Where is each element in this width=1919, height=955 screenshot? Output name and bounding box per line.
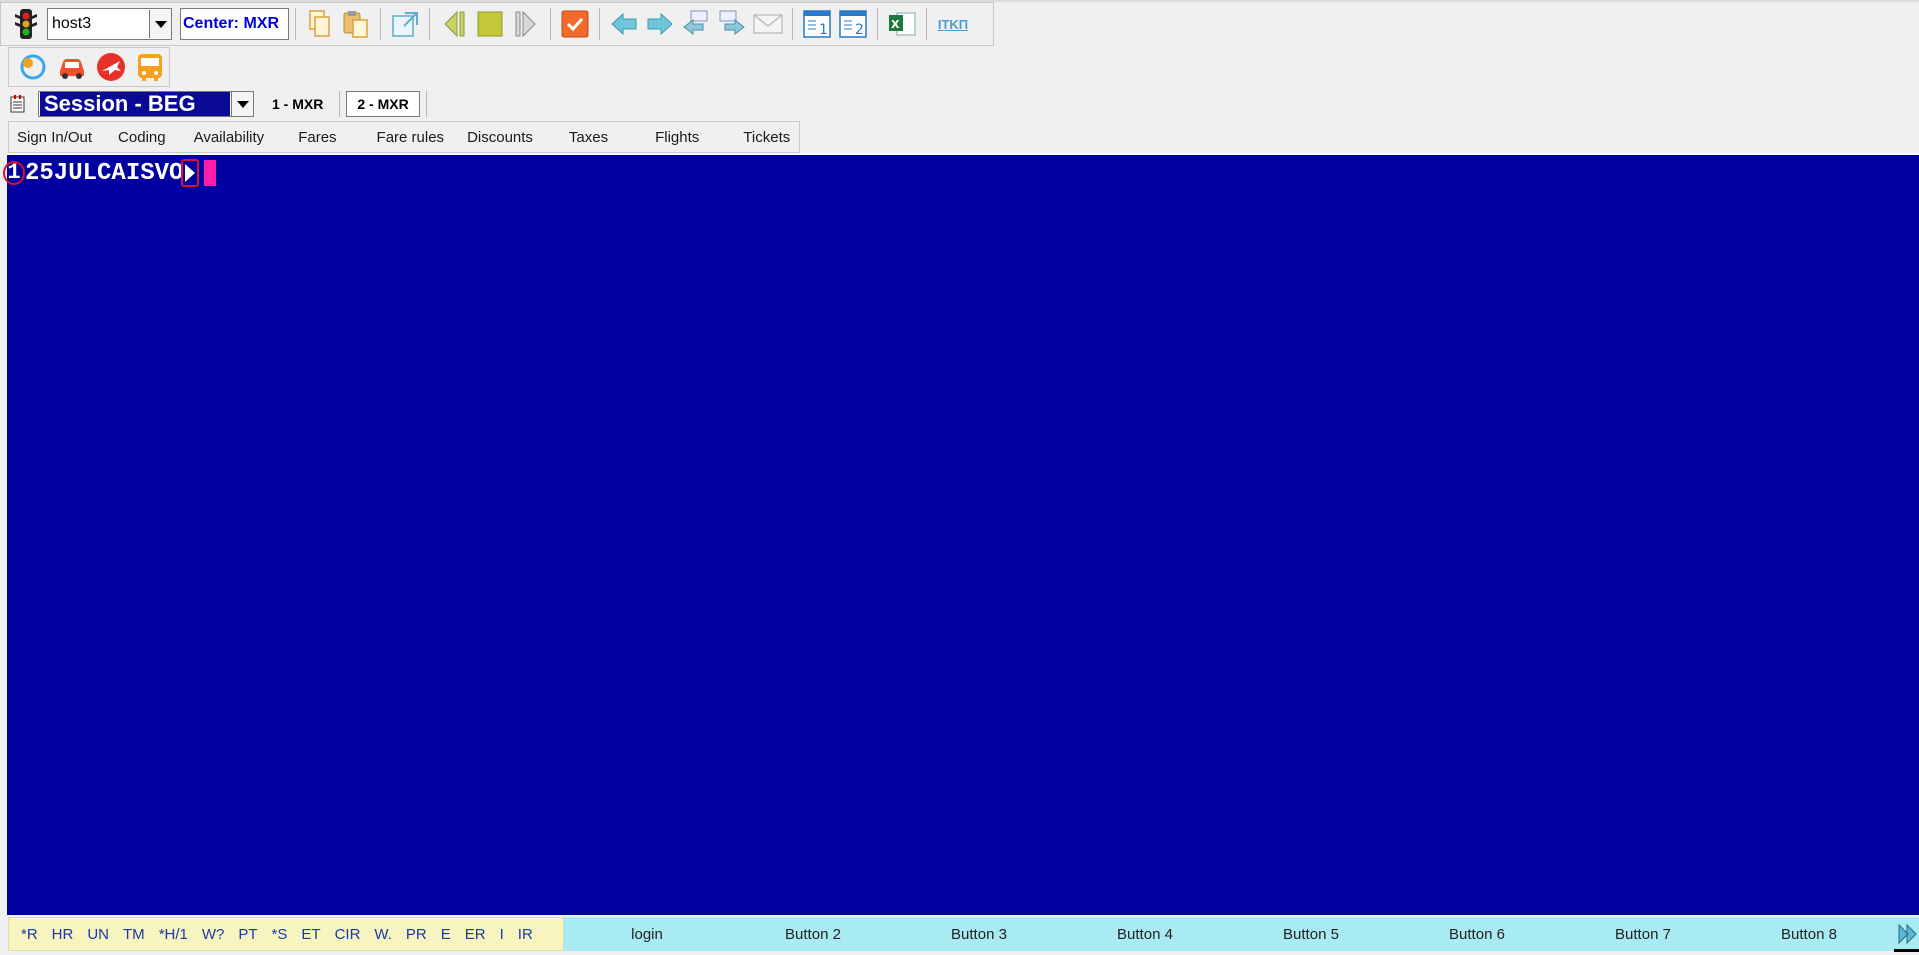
quick-key[interactable]: IR (518, 926, 533, 943)
paste-icon[interactable] (338, 6, 374, 42)
button-5[interactable]: Button 5 (1228, 926, 1394, 943)
quick-key[interactable]: *R (21, 926, 38, 943)
menu-item-sign-in-out[interactable]: Sign In/Out (17, 129, 92, 146)
notepad-icon[interactable] (6, 92, 30, 116)
toolbar-divider (295, 8, 296, 40)
mail-icon[interactable] (750, 6, 786, 42)
prompt-marker-icon (181, 159, 200, 187)
main-toolbar: host3 Center: MXR 1 2 X ITKП (0, 2, 994, 46)
host-select-value: host3 (52, 15, 92, 32)
external-window-icon[interactable] (387, 6, 423, 42)
chevron-down-icon[interactable] (149, 10, 171, 38)
button-6[interactable]: Button 6 (1394, 926, 1560, 943)
receive-icon[interactable] (678, 6, 714, 42)
checkmark-icon[interactable] (557, 6, 593, 42)
quick-key[interactable]: E (441, 926, 451, 943)
quick-key[interactable]: UN (87, 926, 109, 943)
button-7[interactable]: Button 7 (1560, 926, 1726, 943)
quick-key[interactable]: *H/1 (159, 926, 188, 943)
button-4[interactable]: Button 4 (1062, 926, 1228, 943)
command-line: 1 25JULCAISVO (3, 159, 217, 187)
function-buttons: login Button 2 Button 3 Button 4 Button … (564, 917, 1919, 951)
car-icon[interactable] (54, 49, 90, 85)
text-cursor (204, 160, 217, 186)
session-bar: Session - BEG 1 - MXR 2 - MXR (0, 89, 1919, 119)
login-button[interactable]: login (564, 926, 730, 943)
toolbar-divider (550, 8, 551, 40)
quick-key[interactable]: TM (123, 926, 145, 943)
quick-key[interactable]: W? (202, 926, 225, 943)
menu-item-fares[interactable]: Fares (298, 129, 336, 146)
menu-item-flights[interactable]: Flights (655, 129, 699, 146)
menu-item-coding[interactable]: Coding (118, 129, 166, 146)
traffic-light-icon[interactable] (9, 6, 43, 42)
svg-text:2: 2 (855, 22, 864, 38)
menu-item-fare-rules[interactable]: Fare rules (377, 129, 445, 146)
tab-session-2[interactable]: 2 - MXR (346, 91, 420, 117)
toolbar-divider (926, 8, 927, 40)
quick-key[interactable]: ET (301, 926, 320, 943)
button-2[interactable]: Button 2 (730, 926, 896, 943)
airplane-icon[interactable] (93, 49, 129, 85)
send-icon[interactable] (714, 6, 750, 42)
stop-icon[interactable] (472, 6, 508, 42)
menu-bar: Sign In/Out Coding Availability Fares Fa… (8, 121, 800, 153)
menu-item-availability[interactable]: Availability (194, 129, 265, 146)
quick-key[interactable]: *S (272, 926, 288, 943)
toolbar-divider (877, 8, 878, 40)
weather-icon[interactable] (15, 49, 51, 85)
session-select-value: Session - BEG (40, 92, 230, 116)
bottom-button-bar: *R HR UN TM *H/1 W? PT *S ET CIR W. PR E… (8, 917, 1919, 951)
svg-text:1: 1 (819, 22, 828, 38)
tab-divider (339, 91, 341, 117)
bottom-edge-marker (1894, 949, 1919, 952)
itkp-button[interactable]: ITKП (933, 6, 973, 42)
command-text: 25JULCAISVO (25, 159, 184, 187)
menu-item-taxes[interactable]: Taxes (569, 129, 608, 146)
menu-item-tickets[interactable]: Tickets (743, 129, 790, 146)
arrow-left-icon[interactable] (606, 6, 642, 42)
window-two-icon[interactable]: 2 (835, 6, 871, 42)
quick-key[interactable]: I (500, 926, 504, 943)
quick-key[interactable]: PT (238, 926, 257, 943)
quick-key[interactable]: PR (406, 926, 427, 943)
line-number-marker: 1 (3, 161, 25, 185)
terminal-screen[interactable]: 1 25JULCAISVO (3, 153, 1919, 915)
quick-key[interactable]: ER (465, 926, 486, 943)
toolbar-divider (429, 8, 430, 40)
button-3[interactable]: Button 3 (896, 926, 1062, 943)
toolbar-divider (380, 8, 381, 40)
center-indicator: Center: MXR (180, 8, 289, 40)
secondary-toolbar (8, 47, 170, 87)
next-icon[interactable] (508, 6, 544, 42)
button-8[interactable]: Button 8 (1726, 926, 1892, 943)
quick-key[interactable]: W. (374, 926, 392, 943)
svg-text:X: X (891, 18, 900, 31)
session-select[interactable]: Session - BEG (38, 91, 254, 117)
tab-divider (425, 91, 427, 117)
excel-icon[interactable]: X (884, 6, 920, 42)
menu-item-discounts[interactable]: Discounts (467, 129, 533, 146)
host-select[interactable]: host3 (47, 8, 172, 40)
toolbar-divider (792, 8, 793, 40)
copy-icon[interactable] (302, 6, 338, 42)
itkp-label: ITKП (937, 16, 969, 32)
arrow-right-icon[interactable] (642, 6, 678, 42)
more-buttons-icon[interactable] (1897, 917, 1919, 951)
tab-session-1[interactable]: 1 - MXR (262, 91, 333, 117)
bus-icon[interactable] (132, 49, 168, 85)
previous-icon[interactable] (436, 6, 472, 42)
toolbar-divider (599, 8, 600, 40)
chevron-down-icon[interactable] (231, 92, 253, 116)
quick-key[interactable]: HR (52, 926, 74, 943)
quick-keys: *R HR UN TM *H/1 W? PT *S ET CIR W. PR E… (8, 917, 564, 951)
quick-key[interactable]: CIR (335, 926, 361, 943)
window-one-icon[interactable]: 1 (799, 6, 835, 42)
